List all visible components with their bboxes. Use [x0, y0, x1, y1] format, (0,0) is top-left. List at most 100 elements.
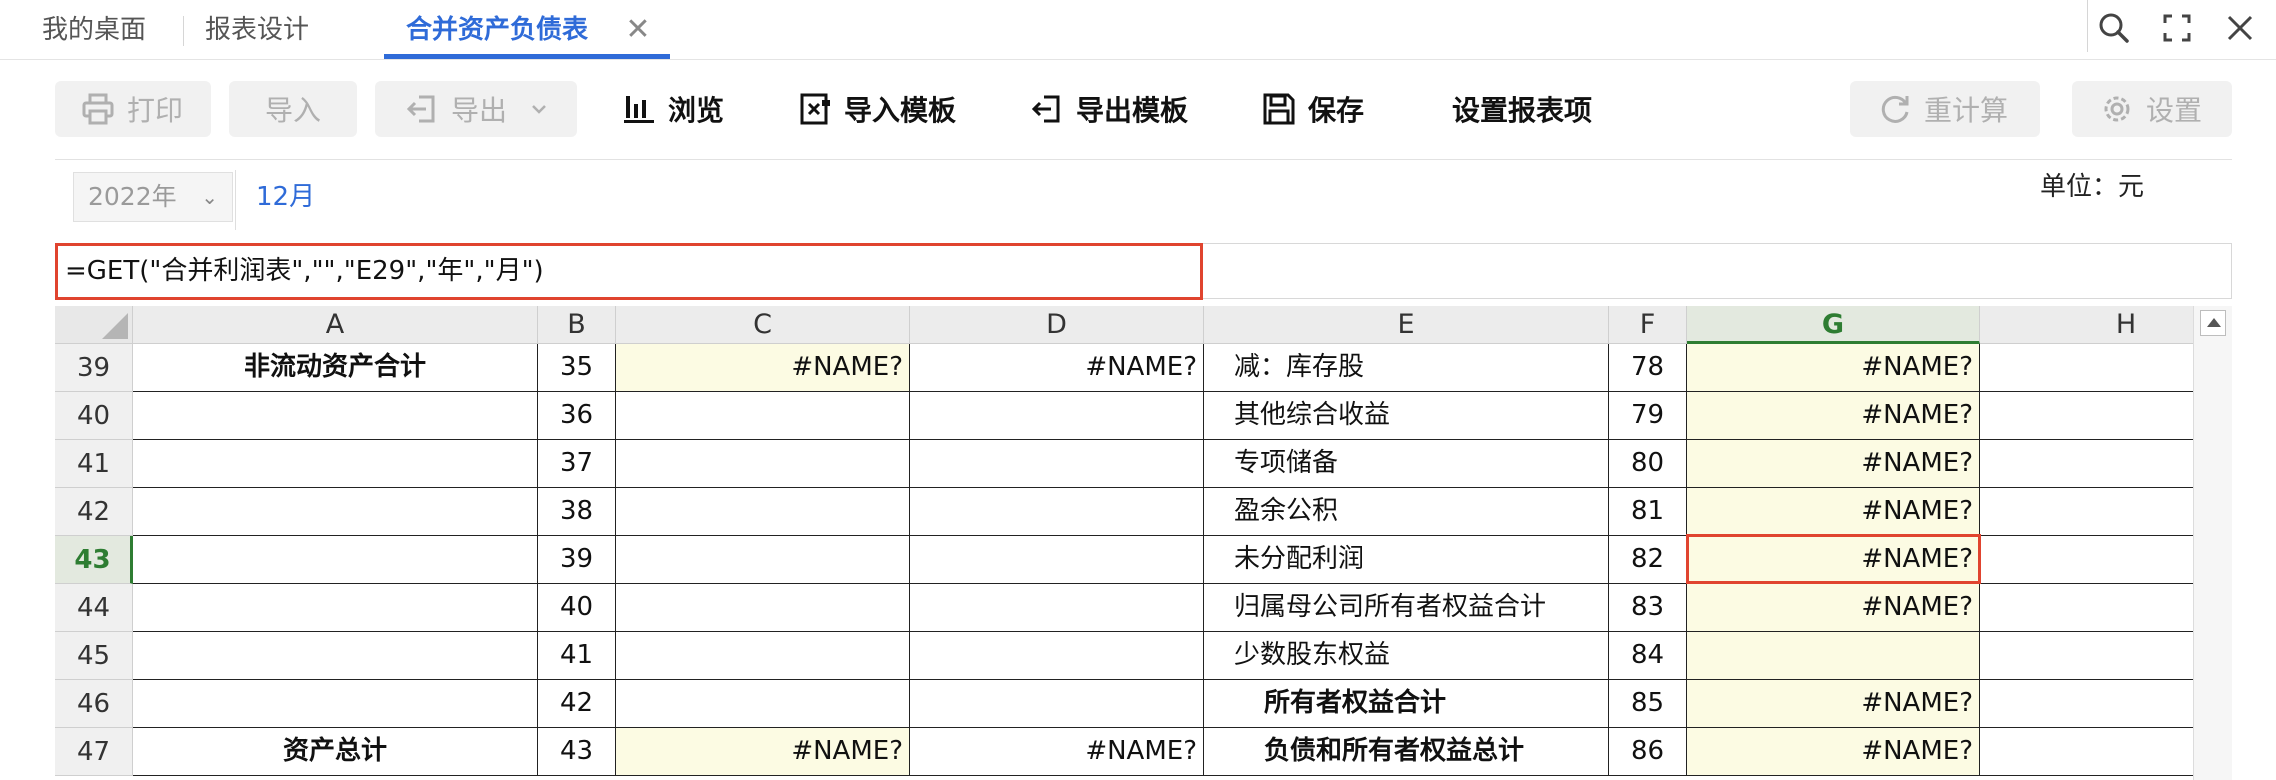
cell-e47[interactable]: 负债和所有者权益总计	[1204, 728, 1609, 776]
import-template-button[interactable]: 导入模板	[798, 81, 956, 137]
formula-input[interactable]: =GET("合并利润表","","E29","年","月")	[55, 243, 1203, 300]
print-button[interactable]: 打印	[55, 81, 211, 137]
cell-g46[interactable]: #NAME?	[1687, 680, 1980, 728]
cell-b41[interactable]: 37	[538, 440, 616, 488]
cell-g43[interactable]: #NAME?	[1687, 536, 1980, 584]
cell-g44[interactable]: #NAME?	[1687, 584, 1980, 632]
row-header-46[interactable]: 46	[55, 680, 133, 728]
vertical-scrollbar[interactable]	[2193, 306, 2232, 780]
cell-f47[interactable]: 86	[1609, 728, 1687, 776]
cell-d45[interactable]	[910, 632, 1204, 680]
cell-f43[interactable]: 82	[1609, 536, 1687, 584]
cell-c43[interactable]	[616, 536, 910, 584]
cell-a45[interactable]	[133, 632, 538, 680]
cell-g45[interactable]	[1687, 632, 1980, 680]
row-header-47[interactable]: 47	[55, 728, 133, 776]
cell-b43[interactable]: 39	[538, 536, 616, 584]
year-select[interactable]: 2022年 ⌄	[73, 172, 233, 222]
cell-b46[interactable]: 42	[538, 680, 616, 728]
cell-b45[interactable]: 41	[538, 632, 616, 680]
cell-h44[interactable]: #NA	[1980, 584, 2193, 632]
scroll-up-arrow-icon[interactable]	[2200, 310, 2226, 336]
row-header-41[interactable]: 41	[55, 440, 133, 488]
cell-e43[interactable]: 未分配利润	[1204, 536, 1609, 584]
cell-c40[interactable]	[616, 392, 910, 440]
tab-report-design[interactable]: 报表设计	[205, 0, 309, 60]
cell-c39[interactable]: #NAME?	[616, 344, 910, 392]
cell-f42[interactable]: 81	[1609, 488, 1687, 536]
cell-e42[interactable]: 盈余公积	[1204, 488, 1609, 536]
close-icon[interactable]	[2220, 8, 2260, 48]
fullscreen-icon[interactable]	[2157, 8, 2197, 48]
cell-c44[interactable]	[616, 584, 910, 632]
cell-d40[interactable]	[910, 392, 1204, 440]
month-link[interactable]: 12月	[256, 176, 315, 213]
cell-f44[interactable]: 83	[1609, 584, 1687, 632]
export-dropdown-button[interactable]: 导出	[375, 81, 577, 137]
column-header-f[interactable]: F	[1609, 306, 1687, 344]
cell-d39[interactable]: #NAME?	[910, 344, 1204, 392]
cell-d43[interactable]	[910, 536, 1204, 584]
tab-close-icon[interactable]: ✕	[620, 12, 656, 48]
cell-c41[interactable]	[616, 440, 910, 488]
tab-consolidated-balance-sheet[interactable]: 合并资产负债表	[406, 0, 588, 60]
cell-b39[interactable]: 35	[538, 344, 616, 392]
row-header-40[interactable]: 40	[55, 392, 133, 440]
search-icon[interactable]	[2094, 8, 2134, 48]
cell-h40[interactable]: #NA	[1980, 392, 2193, 440]
cell-a43[interactable]	[133, 536, 538, 584]
column-header-e[interactable]: E	[1204, 306, 1609, 344]
cell-h43[interactable]: #NA	[1980, 536, 2193, 584]
cell-g42[interactable]: #NAME?	[1687, 488, 1980, 536]
cell-c45[interactable]	[616, 632, 910, 680]
column-header-d[interactable]: D	[910, 306, 1204, 344]
column-header-c[interactable]: C	[616, 306, 910, 344]
cell-a47[interactable]: 资产总计	[133, 728, 538, 776]
cell-f41[interactable]: 80	[1609, 440, 1687, 488]
column-header-g[interactable]: G	[1687, 306, 1980, 344]
settings-button[interactable]: 设置	[2072, 81, 2232, 137]
cell-e45[interactable]: 少数股东权益	[1204, 632, 1609, 680]
cell-a40[interactable]	[133, 392, 538, 440]
import-button[interactable]: 导入	[229, 81, 357, 137]
cell-a41[interactable]	[133, 440, 538, 488]
export-template-button[interactable]: 导出模板	[1030, 81, 1188, 137]
save-button[interactable]: 保存	[1262, 81, 1364, 137]
cell-e40[interactable]: 其他综合收益	[1204, 392, 1609, 440]
row-header-39[interactable]: 39	[55, 344, 133, 392]
cell-d41[interactable]	[910, 440, 1204, 488]
cell-a42[interactable]	[133, 488, 538, 536]
cell-d46[interactable]	[910, 680, 1204, 728]
set-report-items-button[interactable]: 设置报表项	[1452, 81, 1592, 137]
cell-h47[interactable]: #NA	[1980, 728, 2193, 776]
cell-f45[interactable]: 84	[1609, 632, 1687, 680]
cell-h39[interactable]: #NA	[1980, 344, 2193, 392]
cell-c42[interactable]	[616, 488, 910, 536]
cell-a46[interactable]	[133, 680, 538, 728]
column-header-b[interactable]: B	[538, 306, 616, 344]
cell-f40[interactable]: 79	[1609, 392, 1687, 440]
row-header-45[interactable]: 45	[55, 632, 133, 680]
cell-d44[interactable]	[910, 584, 1204, 632]
cell-g41[interactable]: #NAME?	[1687, 440, 1980, 488]
cell-h45[interactable]: #NA	[1980, 632, 2193, 680]
cell-e39[interactable]: 减：库存股	[1204, 344, 1609, 392]
row-header-42[interactable]: 42	[55, 488, 133, 536]
cell-b42[interactable]: 38	[538, 488, 616, 536]
cell-b44[interactable]: 40	[538, 584, 616, 632]
tab-my-desktop[interactable]: 我的桌面	[42, 0, 146, 60]
row-header-43[interactable]: 43	[55, 536, 133, 584]
column-header-h[interactable]: H	[1980, 306, 2193, 344]
row-header-44[interactable]: 44	[55, 584, 133, 632]
cell-d42[interactable]	[910, 488, 1204, 536]
cell-d47[interactable]: #NAME?	[910, 728, 1204, 776]
recalculate-button[interactable]: 重计算	[1850, 81, 2040, 137]
select-all-corner[interactable]	[55, 306, 133, 344]
cell-b40[interactable]: 36	[538, 392, 616, 440]
cell-e46[interactable]: 所有者权益合计	[1204, 680, 1609, 728]
cell-h41[interactable]: #NA	[1980, 440, 2193, 488]
cell-a44[interactable]	[133, 584, 538, 632]
cell-h42[interactable]: #NA	[1980, 488, 2193, 536]
cell-h46[interactable]: #NA	[1980, 680, 2193, 728]
cell-e44[interactable]: 归属母公司所有者权益合计	[1204, 584, 1609, 632]
